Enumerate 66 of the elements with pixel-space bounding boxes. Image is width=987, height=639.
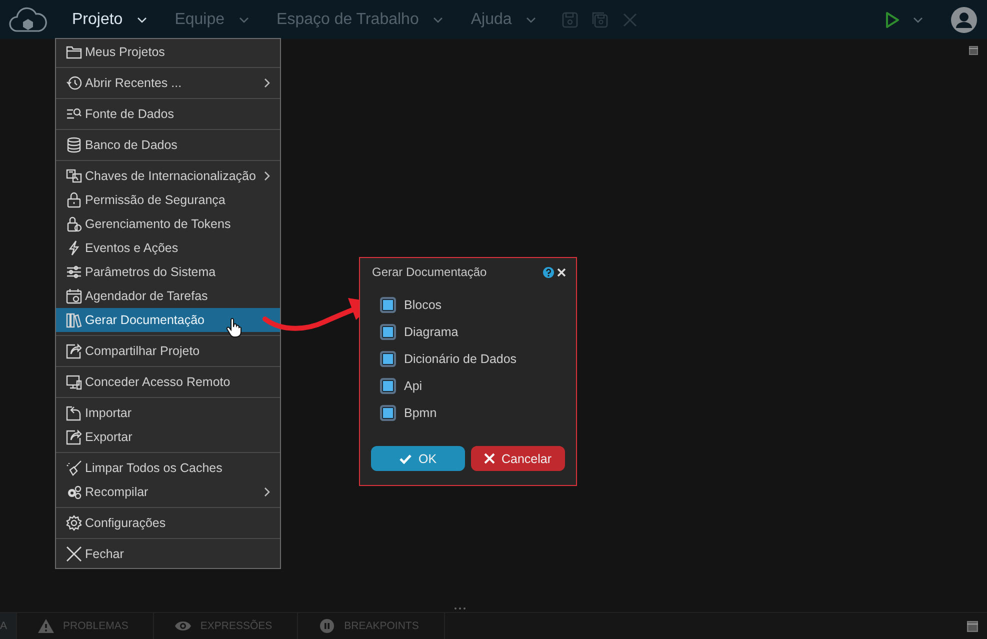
caret-icon: [238, 16, 249, 22]
sliders-icon: [66, 264, 82, 280]
checkbox-label: Api: [404, 379, 422, 393]
padlock-icon: [66, 192, 82, 208]
help-icon[interactable]: [543, 266, 554, 278]
menu-item[interactable]: Exportar: [56, 425, 280, 449]
user-avatar-icon[interactable]: [951, 6, 977, 32]
menu-item[interactable]: Banco de Dados: [56, 133, 280, 157]
remote-computer-icon: [66, 374, 82, 390]
gears-icon: [66, 484, 82, 500]
menu-item[interactable]: Parâmetros do Sistema: [56, 260, 280, 284]
menu-item[interactable]: Compartilhar Projeto: [56, 339, 280, 363]
menu-item[interactable]: Conceder Acesso Remoto: [56, 370, 280, 394]
checkbox-label: Diagrama: [404, 325, 458, 339]
history-icon: [66, 75, 82, 91]
close-icon: [66, 546, 82, 562]
menu-item[interactable]: Gerenciamento de Tokens: [56, 212, 280, 236]
menu-item[interactable]: Abrir Recentes ...: [56, 71, 280, 95]
share-icon: [66, 343, 82, 359]
dialog-title: Gerar Documentação: [372, 265, 487, 279]
translate-icon: [66, 168, 82, 184]
menu-item[interactable]: Eventos e Ações: [56, 236, 280, 260]
checkbox[interactable]: [380, 297, 396, 313]
import-icon: [66, 405, 82, 421]
pause-icon: [318, 618, 336, 634]
caret-icon: [432, 16, 443, 22]
checkbox-label: Blocos: [404, 298, 442, 312]
menu-item[interactable]: Agendador de Tarefas: [56, 284, 280, 308]
menu-button[interactable]: Projeto: [62, 10, 157, 28]
checkbox[interactable]: [380, 351, 396, 367]
close-icon: [484, 453, 496, 464]
menu-item[interactable]: Importar: [56, 401, 280, 425]
folder-icon: [66, 44, 82, 60]
export-icon: [66, 429, 82, 445]
caret-icon: [526, 16, 536, 22]
menu-item[interactable]: Chaves de Internacionalização: [56, 164, 280, 188]
menu-item[interactable]: Meus Projetos: [56, 40, 280, 64]
hand-cursor-icon: [226, 318, 242, 338]
play-icon[interactable]: [885, 12, 899, 28]
checkbox[interactable]: [380, 324, 396, 340]
caret-icon[interactable]: [913, 16, 923, 22]
settings-icon: [66, 515, 82, 531]
menu-item[interactable]: Recompilar: [56, 480, 280, 504]
menu-item[interactable]: Fechar: [56, 542, 280, 566]
menu-item[interactable]: Configurações: [56, 511, 280, 535]
broom-icon: [66, 460, 82, 476]
checkbox-label: Dicionário de Dados: [404, 352, 517, 366]
menu-item[interactable]: Fonte de Dados: [56, 102, 280, 126]
checkbox[interactable]: [380, 378, 396, 394]
resize-handle-icon[interactable]: [454, 607, 466, 610]
checkmark-icon: [399, 454, 412, 464]
cloud-logo-icon[interactable]: [8, 6, 48, 34]
lightning-icon: [66, 240, 82, 256]
database-icon: [66, 137, 82, 153]
panel-toggle-icon[interactable]: [969, 46, 978, 55]
caret-icon: [136, 16, 147, 22]
books-icon: [66, 312, 82, 328]
menu-item[interactable]: Limpar Todos os Caches: [56, 456, 280, 480]
cancel-button[interactable]: Cancelar: [471, 446, 565, 471]
warning-icon: [37, 618, 56, 634]
checkbox-label: Bpmn: [404, 406, 437, 420]
checkbox[interactable]: [380, 405, 396, 421]
lock-key-icon: [66, 216, 82, 232]
panel-toggle-icon[interactable]: [967, 620, 978, 632]
menu-item[interactable]: Permissão de Segurança: [56, 188, 280, 212]
calendar-clock-icon: [66, 288, 82, 304]
